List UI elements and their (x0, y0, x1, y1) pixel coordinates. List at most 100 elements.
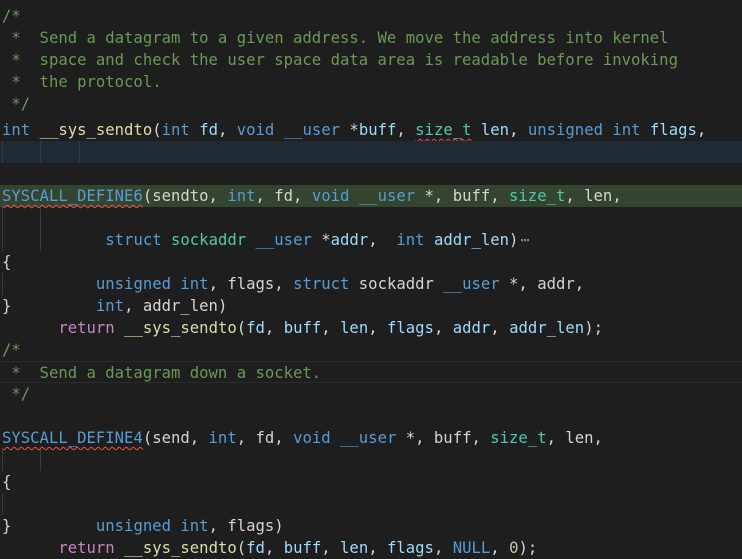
code-editor[interactable]: /* * Send a datagram to a given address.… (0, 0, 742, 557)
code-line-1[interactable]: /* (0, 5, 742, 27)
identifier-token: flags (649, 121, 697, 139)
type-token: size_t (490, 429, 547, 447)
keyword-token: NULL (452, 539, 491, 557)
code-line-14[interactable]: } (0, 295, 742, 317)
indent-guide (2, 449, 3, 471)
identifier-token: flags (387, 539, 434, 557)
code-line-11[interactable]: int, addr_len) (0, 229, 742, 315)
punctuation-token (30, 121, 39, 139)
comment-token: /* (2, 341, 21, 359)
function-name-token: __sys_sendto (39, 121, 153, 139)
keyword-token: int (2, 121, 31, 139)
code-line-15[interactable] (0, 317, 742, 339)
code-text: } (2, 517, 11, 535)
comment-token: /* (2, 7, 21, 25)
code-text: { (2, 473, 11, 491)
code-line-13[interactable]: return __sys_sendto(fd, buff, len, flags… (0, 273, 742, 337)
punctuation-token: , (264, 539, 284, 557)
keyword-token: int (612, 121, 641, 139)
punctuation-token: , (396, 121, 416, 139)
code-text: */ (2, 385, 30, 403)
indent-guide (2, 493, 3, 515)
punctuation-token: { (2, 253, 12, 271)
punctuation-token: } (2, 517, 12, 535)
code-line-5[interactable]: */ (0, 93, 742, 115)
code-line-7-folded[interactable]: struct sockaddr __user *addr, int addr_l… (0, 141, 742, 249)
code-line-16[interactable]: /* (0, 339, 742, 361)
punctuation-token (603, 121, 612, 139)
punctuation-token (274, 121, 283, 139)
punctuation-token: , (696, 121, 707, 139)
indent-guide (2, 207, 3, 229)
code-text: SYSCALL_DEFINE6(sendto, int, fd, void __… (2, 187, 622, 205)
comment-token: */ (2, 385, 31, 403)
code-line-6[interactable]: int __sys_sendto(int fd, void __user *bu… (0, 119, 742, 141)
control-keyword-token: return (58, 539, 115, 557)
punctuation-token: , len, (546, 429, 603, 447)
error-squiggle-token: SYSCALL_DEFINE6 (2, 187, 143, 205)
punctuation-token: , (509, 121, 528, 139)
code-line-21[interactable]: unsigned int, flags) (0, 449, 742, 535)
identifier-token: fd (199, 121, 218, 139)
code-text: { (2, 253, 11, 271)
identifier-token: fd (246, 539, 265, 557)
punctuation-token (641, 121, 650, 139)
punctuation-token: ( (152, 121, 162, 139)
indent-guide (79, 141, 80, 163)
punctuation-token: , len, (565, 187, 622, 205)
punctuation-token: , (433, 539, 453, 557)
comment-token: * Send a datagram down a socket. (2, 364, 322, 382)
keyword-token: void (236, 121, 275, 139)
code-text: SYSCALL_DEFINE4(send, int, fd, void __us… (2, 429, 603, 447)
punctuation-token: ( (236, 539, 247, 557)
code-line-3[interactable]: * space and check the user space data ar… (0, 49, 742, 71)
code-line-22[interactable]: { (0, 471, 742, 493)
code-line-20[interactable]: SYSCALL_DEFINE4(send, int, fd, void __us… (0, 427, 742, 449)
indent-guide (2, 273, 3, 295)
punctuation-token: (send, (142, 429, 209, 447)
code-line-8[interactable] (0, 163, 742, 185)
code-line-12[interactable]: { (0, 251, 742, 273)
indent-guide (2, 229, 3, 251)
code-line-19[interactable] (0, 405, 742, 427)
punctuation-token: * (340, 121, 359, 139)
comment-token: */ (2, 95, 31, 113)
identifier-token: buff (358, 121, 397, 139)
code-line-9-highlighted[interactable]: SYSCALL_DEFINE6(sendto, int, fd, void __… (0, 185, 742, 207)
punctuation-token (349, 187, 358, 205)
punctuation-token (190, 121, 199, 139)
code-line-17-current[interactable]: * Send a datagram down a socket. (0, 361, 742, 383)
punctuation-token (331, 429, 340, 447)
keyword-token: int (227, 187, 256, 205)
punctuation-token: , fd, (255, 187, 312, 205)
indent-guide (40, 141, 41, 163)
code-line-4[interactable]: * the protocol. (0, 71, 742, 93)
keyword-token: __user (358, 187, 416, 205)
code-text: * Send a datagram to a given address. We… (2, 29, 669, 47)
identifier-token: buff (283, 539, 322, 557)
code-text: * Send a datagram down a socket. (2, 364, 321, 382)
punctuation-token: , (368, 539, 387, 557)
punctuation-token: } (2, 297, 12, 315)
code-line-18[interactable]: */ (0, 383, 742, 405)
punctuation-token: , (217, 121, 237, 139)
code-text: int __sys_sendto(int fd, void __user *bu… (2, 121, 706, 139)
identifier-token: len (480, 121, 510, 139)
code-line-24[interactable]: } (0, 515, 742, 537)
keyword-token: void (293, 429, 331, 447)
code-line-23[interactable]: return __sys_sendto(fd, buff, len, flags… (0, 493, 742, 557)
code-text: return __sys_sendto(fd, buff, len, flags… (21, 539, 537, 557)
comment-token: * Send a datagram to a given address. We… (2, 29, 669, 47)
punctuation-token: , fd, (236, 429, 294, 447)
keyword-token: void (311, 187, 350, 205)
code-line-2[interactable]: * Send a datagram to a given address. We… (0, 27, 742, 49)
punctuation-token (115, 539, 124, 557)
keyword-token: __user (340, 429, 397, 447)
keyword-token: unsigned (527, 121, 603, 139)
function-name-token: __sys_sendto (124, 539, 237, 557)
punctuation-token (472, 121, 481, 139)
keyword-token: int (161, 121, 190, 139)
code-text: */ (2, 95, 30, 113)
punctuation-token (21, 539, 59, 557)
code-line-10[interactable]: unsigned int, flags, struct sockaddr __u… (0, 207, 742, 293)
